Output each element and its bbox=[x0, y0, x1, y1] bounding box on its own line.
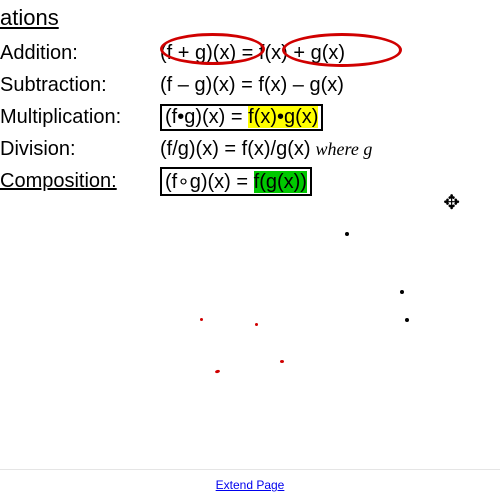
footer-bar: Extend Page bbox=[0, 469, 500, 500]
formula-addition: (f + g)(x) = f(x) + g(x) bbox=[160, 42, 345, 65]
label-multiplication: Multiplication: bbox=[0, 106, 160, 129]
label-addition: Addition: bbox=[0, 42, 160, 65]
whiteboard-content: ations Addition: (f + g)(x) = f(x) + g(x… bbox=[0, 5, 500, 199]
label-division: Division: bbox=[0, 138, 160, 161]
ink-dot bbox=[255, 323, 258, 326]
formula-composition: (f∘g)(x) = f(g(x)) bbox=[160, 167, 312, 196]
row-composition: Composition: (f∘g)(x) = f(g(x)) bbox=[0, 167, 500, 195]
highlight-green: f(g(x)) bbox=[254, 171, 307, 193]
formula-multiplication: (f•g)(x) = f(x)•g(x) bbox=[160, 104, 323, 131]
ink-dot bbox=[400, 290, 404, 294]
move-cursor-icon: ✥ bbox=[443, 190, 460, 215]
section-heading: ations bbox=[0, 5, 500, 31]
extend-page-link[interactable]: Extend Page bbox=[216, 478, 285, 492]
ink-dot bbox=[345, 232, 349, 236]
ink-dot bbox=[215, 369, 221, 373]
ink-dot bbox=[280, 360, 284, 363]
formula-division: (f/g)(x) = f(x)/g(x) bbox=[160, 138, 311, 161]
row-subtraction: Subtraction: (f – g)(x) = f(x) – g(x) bbox=[0, 71, 500, 99]
handwritten-note: where g bbox=[316, 139, 373, 160]
label-subtraction: Subtraction: bbox=[0, 74, 160, 97]
row-multiplication: Multiplication: (f•g)(x) = f(x)•g(x) bbox=[0, 103, 500, 131]
row-addition: Addition: (f + g)(x) = f(x) + g(x) bbox=[0, 39, 500, 67]
row-division: Division: (f/g)(x) = f(x)/g(x) where g bbox=[0, 135, 500, 163]
label-composition: Composition: bbox=[0, 170, 160, 193]
ink-dot bbox=[200, 318, 203, 321]
ink-dot bbox=[405, 318, 409, 322]
highlight-yellow: f(x)•g(x) bbox=[248, 106, 318, 128]
formula-subtraction: (f – g)(x) = f(x) – g(x) bbox=[160, 74, 344, 97]
